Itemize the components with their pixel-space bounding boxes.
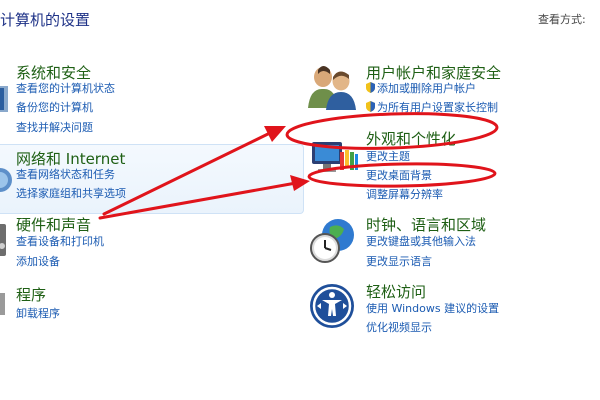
category-title-appearance[interactable]: 外观和个性化 xyxy=(366,128,456,149)
link-optimize-display[interactable]: 优化视频显示 xyxy=(366,321,432,335)
link-change-theme[interactable]: 更改主题 xyxy=(366,150,410,164)
category-title-system-security[interactable]: 系统和安全 xyxy=(16,62,91,83)
category-programs: 程序 卸载程序 xyxy=(0,283,290,323)
link-add-remove-accounts-label: 添加或删除用户帐户 xyxy=(377,82,476,95)
link-adjust-resolution[interactable]: 调整屏幕分辨率 xyxy=(366,188,443,202)
category-system-security: 系统和安全 查看您的计算机状态 备份您的计算机 查找并解决问题 xyxy=(0,60,290,140)
view-by-label[interactable]: 查看方式: xyxy=(538,11,586,27)
category-clock-region: 时钟、语言和区域 更改键盘或其他输入法 更改显示语言 xyxy=(304,213,594,273)
link-devices-printers[interactable]: 查看设备和打印机 xyxy=(16,235,104,249)
category-title-ease-of-access[interactable]: 轻松访问 xyxy=(366,281,426,302)
category-ease-of-access: 轻松访问 使用 Windows 建议的设置 优化视频显示 xyxy=(304,280,594,340)
category-title-programs[interactable]: 程序 xyxy=(16,284,46,305)
link-homegroup-sharing[interactable]: 选择家庭组和共享选项 xyxy=(16,187,126,201)
clock-globe-icon xyxy=(308,217,358,265)
speaker-printer-icon xyxy=(0,220,10,260)
page-title: 计算机的设置 xyxy=(0,11,91,29)
monitor-paint-icon xyxy=(310,136,358,176)
link-backup-computer[interactable]: 备份您的计算机 xyxy=(16,101,93,115)
link-parental-controls[interactable]: 为所有用户设置家长控制 xyxy=(366,101,498,115)
category-user-accounts: 用户帐户和家庭安全 添加或删除用户帐户 为所有用户设置家长控制 xyxy=(304,60,594,120)
link-uninstall-program[interactable]: 卸载程序 xyxy=(16,307,60,321)
link-change-desktop-background[interactable]: 更改桌面背景 xyxy=(366,169,432,183)
link-parental-controls-label: 为所有用户设置家长控制 xyxy=(377,101,498,114)
link-change-display-language[interactable]: 更改显示语言 xyxy=(366,255,432,269)
users-icon xyxy=(306,62,358,110)
category-title-network[interactable]: 网络和 Internet xyxy=(16,148,125,169)
link-troubleshoot[interactable]: 查找并解决问题 xyxy=(16,121,93,135)
link-change-keyboard[interactable]: 更改键盘或其他输入法 xyxy=(366,235,476,249)
link-add-remove-accounts[interactable]: 添加或删除用户帐户 xyxy=(366,82,476,96)
ease-of-access-icon xyxy=(308,282,356,330)
category-title-hardware-sound[interactable]: 硬件和声音 xyxy=(16,214,91,235)
uac-shield-icon xyxy=(366,101,375,112)
uac-shield-icon xyxy=(366,82,375,93)
category-network: 网络和 Internet 查看网络状态和任务 选择家庭组和共享选项 xyxy=(0,146,300,210)
link-add-device[interactable]: 添加设备 xyxy=(16,255,60,269)
shield-icon xyxy=(0,78,10,118)
category-appearance: 外观和个性化 更改主题 更改桌面背景 调整屏幕分辨率 xyxy=(304,126,594,202)
category-hardware-sound: 硬件和声音 查看设备和打印机 添加设备 xyxy=(0,214,290,274)
category-title-user-accounts[interactable]: 用户帐户和家庭安全 xyxy=(366,62,501,83)
category-title-clock-region[interactable]: 时钟、语言和区域 xyxy=(366,214,486,235)
link-recommended-settings[interactable]: 使用 Windows 建议的设置 xyxy=(366,302,499,316)
globe-network-icon xyxy=(0,160,12,200)
link-view-network-status[interactable]: 查看网络状态和任务 xyxy=(16,168,115,182)
link-view-computer-status[interactable]: 查看您的计算机状态 xyxy=(16,82,115,96)
programs-icon xyxy=(0,289,8,319)
